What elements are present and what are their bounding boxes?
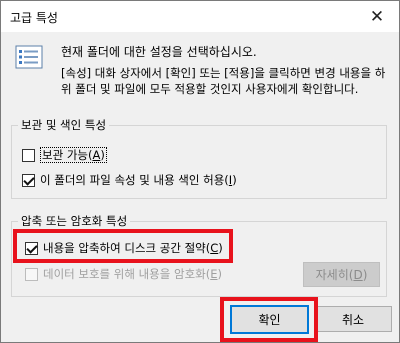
- dialog-title: 고급 특성: [10, 11, 58, 25]
- encrypt-checkbox-label: 데이터 보호를 위해 내용을 암호화(E): [43, 267, 223, 281]
- title-bar: 고급 특성 ✕: [1, 1, 399, 32]
- advanced-attributes-dialog: 고급 특성 ✕ 현재 폴더에 대한 설정을 선택하십시오. [속성] 대화 상자…: [0, 0, 400, 343]
- intro-heading: 현재 폴더에 대한 설정을 선택하십시오.: [61, 45, 257, 59]
- encrypt-checkbox[interactable]: [25, 267, 38, 281]
- index-checkbox[interactable]: [22, 173, 35, 187]
- compress-encrypt-group-label: 압축 또는 암호화 특성: [18, 213, 131, 229]
- archive-checkbox-row[interactable]: 보관 가능(A): [22, 147, 107, 163]
- close-icon[interactable]: ✕: [355, 1, 399, 32]
- details-button[interactable]: 자세히(D): [303, 262, 380, 287]
- index-checkbox-row[interactable]: 이 폴더의 파일 속성 및 내용 색인 허용(I): [22, 172, 237, 188]
- ok-highlight-box: [220, 297, 318, 342]
- properties-list-icon: [15, 45, 43, 69]
- archive-checkbox-label: 보관 가능(A): [40, 147, 107, 163]
- encrypt-checkbox-row[interactable]: 데이터 보호를 위해 내용을 암호화(E): [25, 266, 222, 282]
- details-button-label: 자세히(D): [315, 268, 368, 282]
- intro-description: [속성] 대화 상자에서 [확인] 또는 [적용]을 클릭하면 변경 내용을 하…: [61, 66, 386, 96]
- archive-index-group-label: 보관 및 색인 특성: [18, 117, 110, 133]
- compress-highlight-box: [13, 229, 233, 263]
- index-checkbox-label: 이 폴더의 파일 속성 및 내용 색인 허용(I): [40, 173, 237, 187]
- archive-checkbox[interactable]: [22, 148, 35, 162]
- cancel-button[interactable]: 취소: [314, 306, 392, 332]
